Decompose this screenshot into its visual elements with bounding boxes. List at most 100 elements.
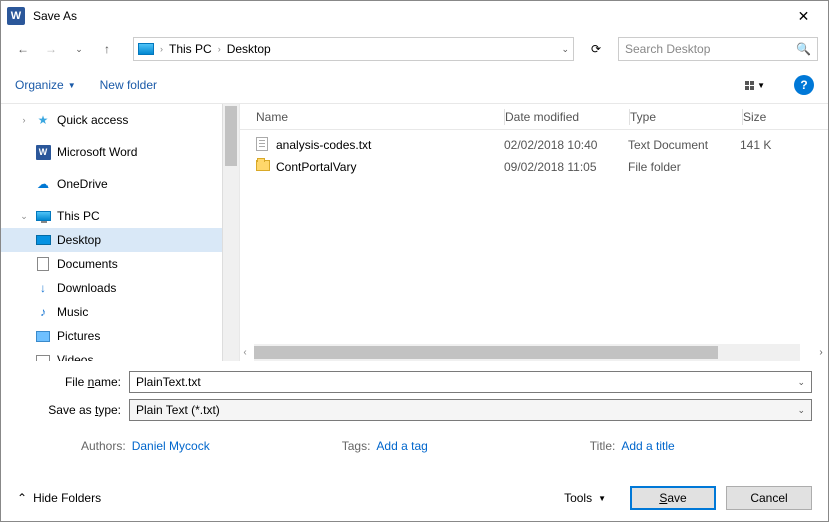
music-icon: ♪ [35, 305, 51, 319]
picture-icon [36, 331, 50, 342]
file-name-label: File name: [17, 375, 129, 389]
monitor-icon [36, 211, 51, 221]
save-label: ave [667, 491, 686, 505]
col-type[interactable]: Type [630, 110, 742, 124]
tree-label: Downloads [57, 281, 116, 295]
titlebar: W Save As ✕ [1, 1, 828, 31]
tools-button[interactable]: Tools ▼ [564, 491, 606, 505]
close-button[interactable]: ✕ [781, 1, 826, 31]
hscroll-track[interactable] [254, 344, 800, 361]
tree-onedrive[interactable]: ☁ OneDrive [1, 172, 222, 196]
tree-this-pc[interactable]: ⌄ This PC [1, 204, 222, 228]
view-options-button[interactable]: ▼ [740, 78, 770, 93]
recent-dropdown[interactable]: ⌄ [67, 37, 91, 61]
chevron-down-icon[interactable]: ⌄ [797, 377, 805, 388]
tree-label: Desktop [57, 233, 101, 247]
desktop-icon [36, 235, 51, 245]
window-title: Save As [33, 9, 781, 23]
tree-label: OneDrive [57, 177, 108, 191]
tree-pictures[interactable]: Pictures [1, 324, 222, 348]
organize-button[interactable]: Organize ▼ [15, 78, 76, 92]
nav-tree: › ★ Quick access W Microsoft Word ☁ OneD… [1, 104, 222, 361]
breadcrumb-root[interactable]: This PC [169, 42, 212, 56]
scrollbar-thumb[interactable] [254, 346, 718, 359]
document-icon [37, 257, 49, 271]
pc-icon [138, 43, 154, 55]
chevron-down-icon: ▼ [757, 81, 765, 90]
file-row[interactable]: ContPortalVary 09/02/2018 11:05 File fol… [240, 156, 828, 178]
search-icon: 🔍 [796, 42, 811, 56]
folder-icon [256, 160, 270, 171]
chevron-up-icon: ⌃ [17, 491, 27, 505]
tree-label: Music [57, 305, 88, 319]
title-meta-value[interactable]: Add a title [621, 439, 674, 453]
file-type: Text Document [628, 138, 740, 152]
sidebar-scrollbar[interactable] [222, 104, 239, 361]
forward-button[interactable]: → [39, 37, 63, 61]
search-input[interactable] [625, 42, 796, 56]
tree-desktop[interactable]: Desktop [1, 228, 222, 252]
meta-row: Authors: Daniel Mycock Tags: Add a tag T… [1, 433, 828, 457]
address-bar[interactable]: › This PC › Desktop ⌄ [133, 37, 574, 61]
tree-label: Pictures [57, 329, 100, 343]
chevron-right-icon[interactable]: › [814, 347, 828, 358]
star-icon: ★ [35, 113, 51, 127]
file-name: ContPortalVary [276, 160, 504, 174]
tree-word[interactable]: W Microsoft Word [1, 140, 222, 164]
main-pane: › ★ Quick access W Microsoft Word ☁ OneD… [1, 103, 828, 361]
save-type-combo[interactable]: Plain Text (*.txt) ⌄ [129, 399, 812, 421]
tree-downloads[interactable]: ↓ Downloads [1, 276, 222, 300]
footer: ⌃ Hide Folders Tools ▼ Save Cancel [1, 475, 828, 521]
tree-label: Documents [57, 257, 118, 271]
breadcrumb-leaf[interactable]: Desktop [227, 42, 271, 56]
file-name-input[interactable] [136, 375, 797, 389]
sidebar: › ★ Quick access W Microsoft Word ☁ OneD… [1, 104, 239, 361]
chevron-down-icon: ▼ [598, 494, 606, 503]
save-type-label: Save as type: [17, 403, 129, 417]
back-button[interactable]: ← [11, 37, 35, 61]
authors-value[interactable]: Daniel Mycock [132, 439, 210, 453]
tree-music[interactable]: ♪ Music [1, 300, 222, 324]
chevron-right-icon: › [160, 44, 163, 54]
tree-documents[interactable]: Documents [1, 252, 222, 276]
scrollbar-thumb[interactable] [225, 106, 237, 166]
video-icon [36, 355, 50, 362]
col-name[interactable]: Name [256, 110, 504, 124]
search-box[interactable]: 🔍 [618, 37, 818, 61]
chevron-down-icon: ▼ [68, 81, 76, 90]
file-date: 02/02/2018 10:40 [504, 138, 628, 152]
view-grid-icon [745, 81, 754, 90]
up-button[interactable]: ↑ [95, 37, 119, 61]
file-rows: analysis-codes.txt 02/02/2018 10:40 Text… [240, 130, 828, 344]
address-dropdown[interactable]: ⌄ [561, 44, 569, 55]
title-meta-label: Title: [590, 439, 616, 453]
onedrive-icon: ☁ [35, 177, 51, 191]
navbar: ← → ⌄ ↑ › This PC › Desktop ⌄ ⟳ 🔍 [1, 31, 828, 67]
chevron-right-icon: › [218, 44, 221, 54]
refresh-button[interactable]: ⟳ [584, 37, 608, 61]
tree-label: Quick access [57, 113, 128, 127]
file-size: 141 K [740, 138, 828, 152]
file-row[interactable]: analysis-codes.txt 02/02/2018 10:40 Text… [240, 134, 828, 156]
chevron-down-icon[interactable]: ⌄ [797, 405, 805, 416]
chevron-left-icon[interactable]: ‹ [240, 347, 250, 358]
save-fields: File name: ⌄ Save as type: Plain Text (*… [1, 361, 828, 433]
word-icon: W [36, 145, 51, 160]
tree-videos[interactable]: Videos [1, 348, 222, 361]
tree-quick-access[interactable]: › ★ Quick access [1, 108, 222, 132]
help-button[interactable]: ? [794, 75, 814, 95]
chevron-right-icon: › [19, 115, 29, 125]
tree-label: Videos [57, 353, 93, 361]
save-button[interactable]: Save [630, 486, 716, 510]
col-date[interactable]: Date modified [505, 110, 629, 124]
cancel-button[interactable]: Cancel [726, 486, 812, 510]
tools-label: Tools [564, 491, 592, 505]
file-name-combo[interactable]: ⌄ [129, 371, 812, 393]
tags-value[interactable]: Add a tag [376, 439, 427, 453]
new-folder-button[interactable]: New folder [100, 78, 157, 92]
authors-label: Authors: [81, 439, 126, 453]
col-size[interactable]: Size [743, 110, 828, 124]
hide-folders-button[interactable]: ⌃ Hide Folders [17, 491, 101, 505]
file-name: analysis-codes.txt [276, 138, 504, 152]
content-hscroll[interactable]: ‹ › [240, 344, 828, 361]
